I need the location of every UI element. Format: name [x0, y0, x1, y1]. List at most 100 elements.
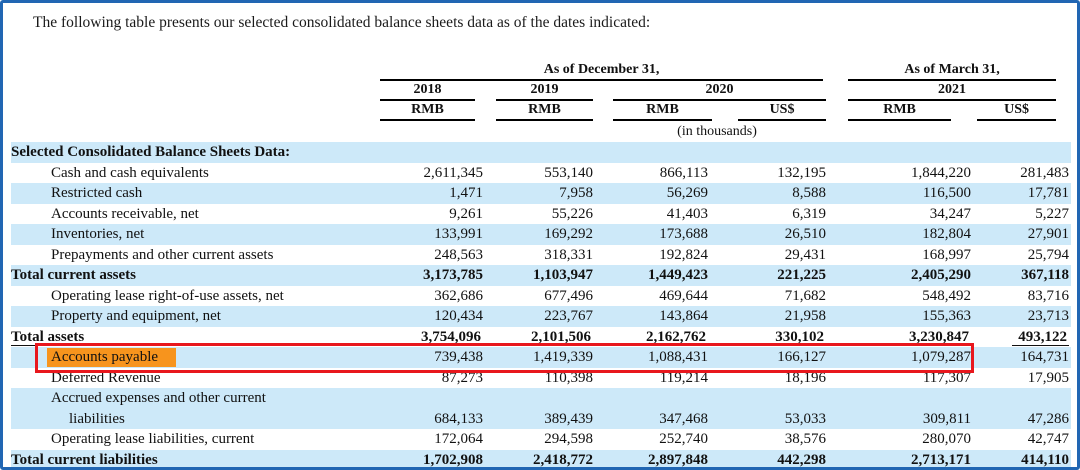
row-label: Accounts payable	[11, 347, 363, 368]
cell-value: 116,500	[830, 183, 977, 204]
cell-value: 3,754,096	[363, 327, 487, 348]
cell-value: 27,901	[977, 224, 1071, 245]
cell-value: 23,713	[977, 306, 1071, 327]
currency-header: RMB	[496, 101, 593, 121]
table-row: Operating lease liabilities, current172,…	[11, 429, 1071, 450]
cell-value: 1,471	[363, 183, 487, 204]
cell-value: 17,905	[977, 368, 1071, 389]
row-label-continued: liabilities	[51, 409, 363, 430]
cell-value: 55,226	[487, 204, 597, 225]
currency-header: RMB	[613, 101, 712, 121]
cell-value: 87,273	[363, 368, 487, 389]
row-label: Selected Consolidated Balance Sheets Dat…	[11, 142, 363, 163]
cell-value: 362,686	[363, 286, 487, 307]
cell-value: 71,682	[712, 286, 830, 307]
cell-value: 3,173,785	[363, 265, 487, 286]
cell-value: 18,196	[712, 368, 830, 389]
balance-sheet-table: As of December 31, As of March 31, 2018 …	[11, 61, 1071, 470]
cell-value: 677,496	[487, 286, 597, 307]
cell-value: 414,110	[977, 450, 1071, 470]
cell-value: 347,468	[597, 388, 712, 429]
cell-value: 155,363	[830, 306, 977, 327]
cell-value: 132,195	[712, 163, 830, 184]
intro-text: The following table presents our selecte…	[33, 13, 650, 33]
document-page: The following table presents our selecte…	[0, 0, 1080, 470]
table-row: Restricted cash1,4717,95856,2698,588116,…	[11, 183, 1071, 204]
row-label: Total assets	[11, 327, 363, 348]
cell-value: 38,576	[712, 429, 830, 450]
cell-value: 1,702,908	[363, 450, 487, 470]
table-row: Inventories, net133,991169,292173,68826,…	[11, 224, 1071, 245]
cell-value: 143,864	[597, 306, 712, 327]
cell-value: 5,227	[977, 204, 1071, 225]
row-label: Property and equipment, net	[11, 306, 363, 327]
year-header-2019: 2019	[496, 81, 593, 101]
cell-value: 26,510	[712, 224, 830, 245]
header-spacer	[11, 81, 363, 101]
row-label: Operating lease right-of-use assets, net	[11, 286, 363, 307]
cell-value: 56,269	[597, 183, 712, 204]
currency-header-row: RMB RMB RMB US$ RMB US$	[11, 101, 1071, 121]
cell-value: 53,033	[712, 388, 830, 429]
cell-value: 252,740	[597, 429, 712, 450]
cell-value: 221,225	[712, 265, 830, 286]
table-row: Total current assets3,173,7851,103,9471,…	[11, 265, 1071, 286]
cell-value: 280,070	[830, 429, 977, 450]
header-spacer	[11, 101, 363, 121]
cell-value: 9,261	[363, 204, 487, 225]
header-spacer	[11, 121, 363, 142]
group-header-row: As of December 31, As of March 31,	[11, 61, 1071, 81]
table-body: Selected Consolidated Balance Sheets Dat…	[11, 142, 1071, 470]
table-row: Accounts receivable, net9,26155,22641,40…	[11, 204, 1071, 225]
table-row: Selected Consolidated Balance Sheets Dat…	[11, 142, 1071, 163]
year-header-2020: 2020	[613, 81, 826, 101]
table-row: Accounts payable739,4381,419,3391,088,43…	[11, 347, 1071, 368]
row-label: Inventories, net	[11, 224, 363, 245]
cell-value: 294,598	[487, 429, 597, 450]
row-label: Total current liabilities	[11, 450, 363, 470]
cell-value: 2,713,171	[830, 450, 977, 470]
cell-value: 553,140	[487, 163, 597, 184]
cell-value: 2,897,848	[597, 450, 712, 470]
cell-value: 110,398	[487, 368, 597, 389]
row-label: Cash and cash equivalents	[11, 163, 363, 184]
cell-value: 548,492	[830, 286, 977, 307]
cell-value	[712, 142, 830, 163]
row-label: Prepayments and other current assets	[11, 245, 363, 266]
column-group-december: As of December 31,	[380, 61, 823, 81]
cell-value	[977, 142, 1071, 163]
cell-value	[487, 142, 597, 163]
table-row: Total current liabilities1,702,9082,418,…	[11, 450, 1071, 470]
cell-value: 29,431	[712, 245, 830, 266]
table-header: As of December 31, As of March 31, 2018 …	[11, 61, 1071, 142]
year-header-row: 2018 2019 2020 2021	[11, 81, 1071, 101]
cell-value: 120,434	[363, 306, 487, 327]
row-label: Deferred Revenue	[11, 368, 363, 389]
table-row: Deferred Revenue87,273110,398119,21418,1…	[11, 368, 1071, 389]
row-label: Total current assets	[11, 265, 363, 286]
cell-value: 493,122	[977, 327, 1071, 348]
cell-value	[830, 142, 977, 163]
currency-header: US$	[738, 101, 826, 121]
cell-value: 2,405,290	[830, 265, 977, 286]
cell-value: 1,844,220	[830, 163, 977, 184]
cell-value: 223,767	[487, 306, 597, 327]
cell-value: 173,688	[597, 224, 712, 245]
cell-value: 169,292	[487, 224, 597, 245]
units-row: (in thousands)	[11, 121, 1071, 142]
cell-value: 389,439	[487, 388, 597, 429]
year-header-2021: 2021	[848, 81, 1056, 101]
header-spacer	[11, 61, 363, 81]
cell-value: 248,563	[363, 245, 487, 266]
cell-value	[597, 142, 712, 163]
cell-value: 330,102	[712, 327, 830, 348]
cell-value: 2,418,772	[487, 450, 597, 470]
cell-value: 1,088,431	[597, 347, 712, 368]
cell-value: 739,438	[363, 347, 487, 368]
highlighted-label: Accounts payable	[47, 348, 176, 367]
row-label: Restricted cash	[11, 183, 363, 204]
units-note: (in thousands)	[363, 121, 1071, 142]
cell-value: 164,731	[977, 347, 1071, 368]
cell-value: 318,331	[487, 245, 597, 266]
cell-value: 2,162,762	[597, 327, 712, 348]
